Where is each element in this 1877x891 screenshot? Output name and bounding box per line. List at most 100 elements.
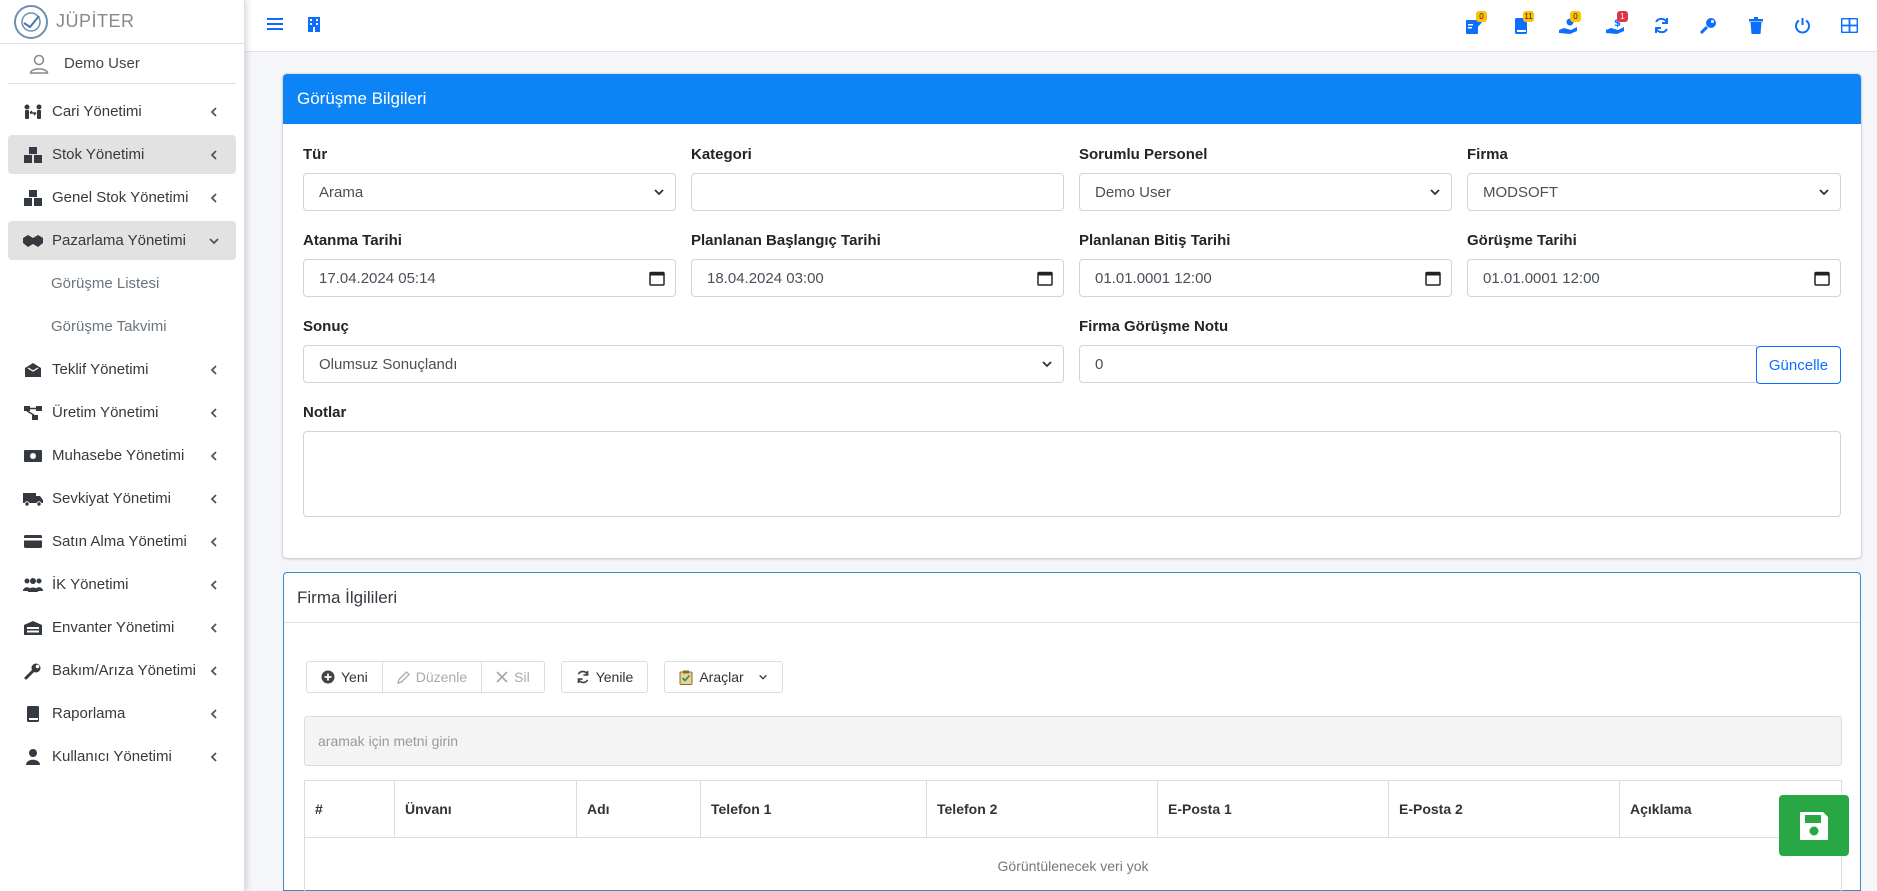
menu-toggle-icon[interactable] [267,17,283,35]
sidebar-item-satin-alma[interactable]: Satın Alma Yönetimi [8,522,236,561]
sonuc-field: Sonuç Olumsuz Sonuçlandı [303,318,1064,383]
yeni-button[interactable]: Yeni [307,662,383,692]
sidebar-item-label: Pazarlama Yönetimi [52,232,186,249]
user-solid-icon [22,747,44,767]
atanma-tarihi-input[interactable]: 17.04.2024 05:14 [303,259,676,297]
chevron-left-icon [210,622,217,633]
contacts-grid: # Ünvanı Adı Telefon 1 Telefon 2 E-Posta… [304,780,1842,891]
duzenle-label: Düzenle [415,669,468,685]
firma-gorusme-notu-input[interactable]: 0 [1079,345,1757,383]
user-name: Demo User [64,55,140,72]
calendar-icon[interactable] [649,270,665,286]
chevron-down-icon [209,237,219,244]
sidebar-subitem-gorusme-takvimi[interactable]: Görüşme Takvimi [8,307,236,346]
key-icon[interactable] [1685,0,1732,52]
sidebar-item-muhasebe[interactable]: Muhasebe Yönetimi [8,436,236,475]
user-panel[interactable]: Demo User [8,44,236,84]
hand-holding-user-icon[interactable]: 0 [1544,0,1591,52]
tools-button-group: Araçlar [664,661,783,693]
truck-icon [22,489,44,509]
duzenle-button[interactable]: Düzenle [383,662,483,692]
chevron-left-icon [210,579,217,590]
grid-search-input[interactable]: aramak için metni girin [304,716,1842,766]
yeni-label: Yeni [341,669,368,685]
tur-select[interactable]: Arama [303,173,676,211]
tur-value: Arama [319,183,364,201]
card-title: Görüşme Bilgileri [283,74,1861,124]
firma-select[interactable]: MODSOFT [1467,173,1841,211]
book-notes-icon[interactable]: 11 [1497,0,1544,52]
sidebar-item-envanter[interactable]: Envanter Yönetimi [8,608,236,647]
sidebar-item-label: Üretim Yönetimi [52,404,159,421]
notlar-textarea[interactable] [303,431,1841,517]
column-header[interactable]: Telefon 1 [701,781,927,837]
planlanan-bitis-field: Planlanan Bitiş Tarihi 01.01.0001 12:00 [1079,232,1452,297]
sidebar-item-pazarlama[interactable]: Pazarlama Yönetimi [8,221,236,260]
gorusme-bilgileri-card: Görüşme Bilgileri Tür Arama Kategori Sor… [283,74,1861,558]
sidebar-item-raporlama[interactable]: Raporlama [8,694,236,733]
sidebar-item-sevkiyat[interactable]: Sevkiyat Yönetimi [8,479,236,518]
sidebar-item-teklif[interactable]: Teklif Yönetimi [8,350,236,389]
grid-icon[interactable] [1826,0,1873,52]
column-header[interactable]: Telefon 2 [927,781,1158,837]
sidebar-item-cari[interactable]: Cari Yönetimi [8,92,236,131]
planlanan-baslangic-value: 18.04.2024 03:00 [707,269,824,287]
hand-holding-dollar-icon[interactable]: $ 1 [1591,0,1638,52]
envelope-open-icon [22,360,44,380]
power-icon[interactable] [1779,0,1826,52]
chevron-down-icon [1819,189,1829,196]
building-icon[interactable] [307,16,321,36]
calendar-icon[interactable] [1814,270,1830,286]
money-bill-icon [22,446,44,466]
sidebar-item-stok[interactable]: Stok Yönetimi [8,135,236,174]
sorumlu-personel-select[interactable]: Demo User [1079,173,1452,211]
sidebar-item-label: Raporlama [52,705,126,722]
column-header[interactable]: E-Posta 1 [1158,781,1389,837]
brand[interactable]: JÜPİTER [0,0,244,44]
trash-icon[interactable] [1732,0,1779,52]
sorumlu-personel-label: Sorumlu Personel [1079,146,1208,163]
wrench-icon [22,661,44,681]
planlanan-bitis-input[interactable]: 01.01.0001 12:00 [1079,259,1452,297]
calendar-icon[interactable] [1425,270,1441,286]
sidebar-item-bakim[interactable]: Bakım/Arıza Yönetimi [8,651,236,690]
close-icon [496,671,508,683]
sidebar-item-uretim[interactable]: Üretim Yönetimi [8,393,236,432]
kategori-input[interactable] [691,173,1064,211]
refresh-icon[interactable] [1638,0,1685,52]
column-header[interactable]: Ünvanı [395,781,577,837]
column-header[interactable]: # [305,781,395,837]
gorusme-tarihi-input[interactable]: 01.01.0001 12:00 [1467,259,1841,297]
main-content: Görüşme Bilgileri Tür Arama Kategori Sor… [245,52,1877,891]
sidebar-item-label: Envanter Yönetimi [52,619,175,636]
notification-badge: 1 [1617,10,1628,22]
guncelle-button[interactable]: Güncelle [1756,346,1841,384]
sonuc-select[interactable]: Olumsuz Sonuçlandı [303,345,1064,383]
chevron-left-icon [210,450,217,461]
chevron-left-icon [210,364,217,375]
araclar-dropdown[interactable]: Araçlar [665,662,781,692]
sidebar-subitem-gorusme-listesi[interactable]: Görüşme Listesi [8,264,236,303]
sidebar-item-label: İK Yönetimi [52,576,129,593]
project-diagram-icon [22,403,44,423]
column-header[interactable]: E-Posta 2 [1389,781,1620,837]
chevron-left-icon [210,708,217,719]
grid-header-row: # Ünvanı Adı Telefon 1 Telefon 2 E-Posta… [305,781,1841,838]
yenile-button[interactable]: Yenile [562,662,648,692]
sidebar-item-label: Kullanıcı Yönetimi [52,748,172,765]
planlanan-baslangic-label: Planlanan Başlangıç Tarihi [691,232,881,249]
calendar-icon[interactable] [1037,270,1053,286]
sidebar-item-ik[interactable]: İK Yönetimi [8,565,236,604]
gorusme-tarihi-label: Görüşme Tarihi [1467,232,1577,249]
planlanan-baslangic-input[interactable]: 18.04.2024 03:00 [691,259,1064,297]
people-arrows-icon [22,102,44,122]
column-header[interactable]: Adı [577,781,701,837]
sil-button[interactable]: Sil [482,662,544,692]
sidebar-item-label: Stok Yönetimi [52,146,145,163]
save-button[interactable] [1779,795,1849,856]
notification-badge: 0 [1476,10,1487,22]
task-edit-icon[interactable]: 0 [1450,0,1497,52]
sidebar-item-kullanici[interactable]: Kullanıcı Yönetimi [8,737,236,776]
sidebar-item-genel-stok[interactable]: Genel Stok Yönetimi [8,178,236,217]
notification-badge: 0 [1570,10,1581,22]
